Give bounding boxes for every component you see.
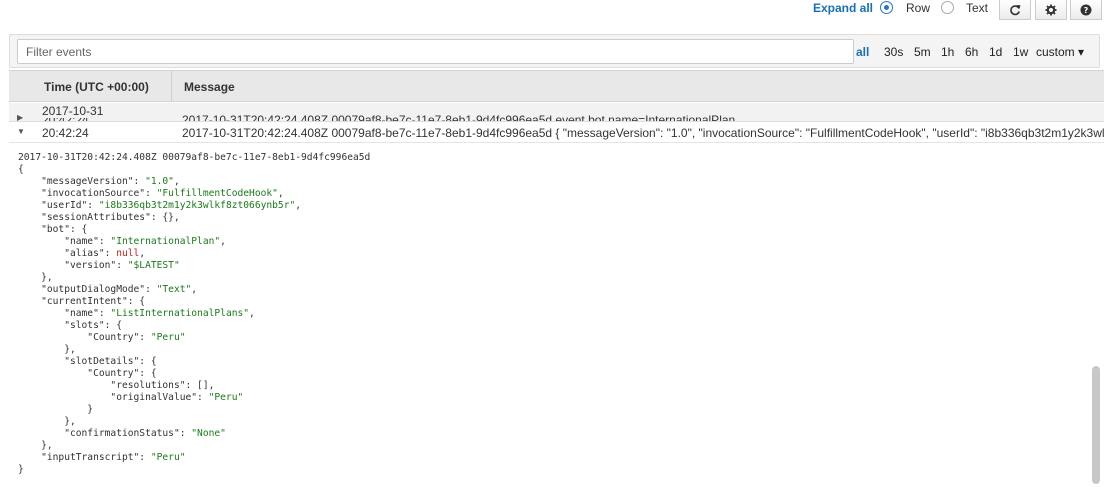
detail-header: 2017-10-31T20:42:24.408Z 00079af8-be7c-1…	[18, 152, 371, 163]
range-30s[interactable]: 30s	[884, 45, 903, 59]
top-toolbar: Expand all Row Text ?	[0, 0, 1104, 20]
gear-icon	[1045, 4, 1057, 15]
text-view-radio[interactable]	[941, 1, 954, 14]
refresh-icon	[1010, 4, 1021, 15]
filter-bar: all 30s 5m 1h 6h 1d 1w custom ▾	[9, 34, 1100, 68]
json-value: "1.0"	[145, 176, 174, 187]
range-5m[interactable]: 5m	[914, 45, 931, 59]
json-value: "InternationalPlan"	[110, 236, 221, 247]
range-6h[interactable]: 6h	[965, 45, 978, 59]
help-button[interactable]: ?	[1070, 0, 1102, 20]
column-divider	[171, 71, 172, 101]
column-header-message[interactable]: Message	[184, 80, 235, 94]
svg-text:?: ?	[1084, 6, 1089, 15]
help-icon: ?	[1080, 4, 1092, 15]
settings-button[interactable]	[1035, 0, 1067, 20]
table-row-expanded[interactable]: ▼ 20:42:24 2017-10-31T20:42:24.408Z 0007…	[9, 123, 1104, 143]
refresh-button[interactable]	[999, 0, 1031, 20]
json-value: "ListInternationalPlans"	[110, 308, 250, 319]
column-header-time[interactable]: Time (UTC +00:00)	[44, 80, 149, 94]
json-null-value: null	[116, 248, 140, 259]
text-view-label[interactable]: Text	[966, 1, 988, 15]
json-value: "$LATEST"	[127, 260, 180, 271]
json-value: "Peru"	[150, 332, 186, 343]
json-value: "i8b336qb3t2m1y2k3wlkf8zt066ynb5r"	[98, 200, 296, 211]
row-time: 20:42:24	[42, 126, 89, 140]
row-view-radio[interactable]	[880, 1, 893, 14]
range-1d[interactable]: 1d	[989, 45, 1002, 59]
json-value: "None"	[191, 428, 226, 439]
date-group-label: 2017-10-31	[42, 104, 110, 118]
event-detail-json: 2017-10-31T20:42:24.408Z 00079af8-be7c-1…	[18, 152, 371, 475]
row-view-label[interactable]: Row	[906, 1, 930, 15]
row-message: 2017-10-31T20:42:24.408Z 00079af8-be7c-1…	[182, 126, 1104, 140]
collapse-arrow-icon[interactable]: ▼	[17, 127, 25, 136]
json-value: "Text"	[156, 284, 192, 295]
row-message: 2017-10-31T20:42:24.408Z 00079af8-be7c-1…	[182, 113, 736, 122]
json-value: "FulfillmentCodeHook"	[156, 188, 278, 199]
table-row[interactable]: ▶ 2017-10-31 20:42:24 2017-10-31T20:42:2…	[9, 103, 1104, 122]
table-header: Time (UTC +00:00) Message	[9, 70, 1104, 102]
range-all[interactable]: all	[856, 45, 869, 59]
range-custom-dropdown[interactable]: custom ▾	[1036, 45, 1084, 59]
json-value: "Peru"	[208, 392, 244, 403]
expand-all-link[interactable]: Expand all	[813, 1, 873, 15]
range-1h[interactable]: 1h	[941, 45, 954, 59]
expand-arrow-icon[interactable]: ▶	[17, 113, 23, 121]
filter-events-input[interactable]	[17, 39, 854, 64]
json-value: "Peru"	[150, 452, 186, 463]
range-1w[interactable]: 1w	[1013, 45, 1028, 59]
vertical-scrollbar[interactable]	[1092, 366, 1100, 484]
